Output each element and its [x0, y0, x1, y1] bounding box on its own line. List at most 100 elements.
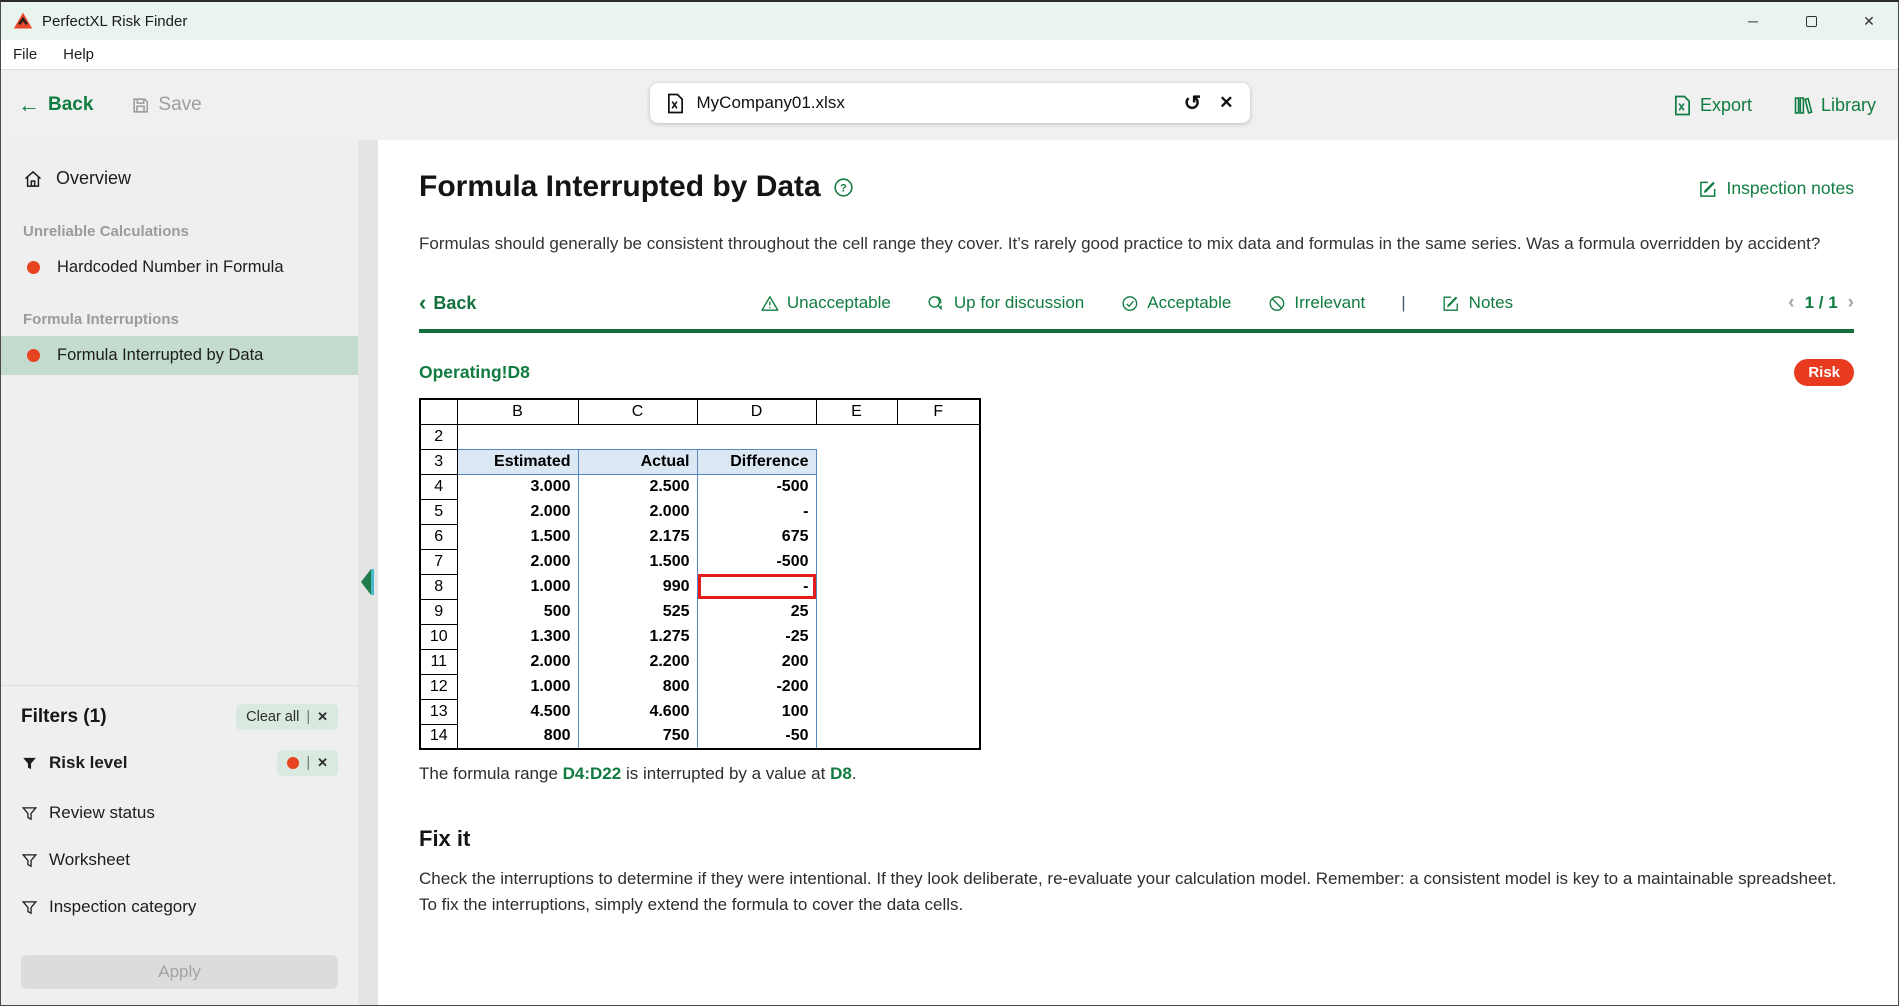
cell-B12: 1.000: [457, 674, 578, 699]
unacceptable-button[interactable]: Unacceptable: [760, 293, 891, 313]
next-page-icon[interactable]: ›: [1848, 292, 1854, 314]
cell-F6: [897, 524, 980, 549]
filter-row-risk-level: Risk level | ✕: [21, 750, 338, 776]
sidebar-item-hardcoded-number[interactable]: Hardcoded Number in Formula: [1, 248, 358, 287]
cell-E12: [816, 674, 897, 699]
reset-file-icon[interactable]: ↺: [1184, 93, 1202, 114]
funnel-outline-icon: [21, 899, 38, 916]
inspection-description: Formulas should generally be consistent …: [419, 234, 1854, 254]
inspection-notes-button[interactable]: Inspection notes: [1698, 178, 1854, 199]
page-title: Formula Interrupted by Data: [419, 170, 821, 204]
up-for-discussion-button[interactable]: Up for discussion: [927, 293, 1084, 313]
sidebar-collapse-handle[interactable]: [361, 567, 375, 597]
cell-D8: -: [697, 574, 816, 599]
cell-B13: 4.500: [457, 699, 578, 724]
caption-cell-ref[interactable]: D8: [830, 764, 852, 783]
back-to-list-button[interactable]: ‹ Back: [419, 292, 476, 314]
cell-D14: -50: [697, 724, 816, 749]
save-button[interactable]: Save: [131, 94, 201, 116]
sheet-row-4: 43.0002.500-500: [420, 474, 980, 499]
export-button[interactable]: Export: [1673, 95, 1752, 116]
sheet-row-11: 112.0002.200200: [420, 649, 980, 674]
title-bar: PerfectXL Risk Finder ─ ✕: [1, 2, 1898, 40]
pill-divider: |: [306, 755, 310, 771]
menu-file[interactable]: File: [13, 46, 37, 63]
sidebar: Overview Unreliable Calculations Hardcod…: [1, 140, 358, 1005]
notes-button[interactable]: Notes: [1442, 293, 1513, 313]
remove-risk-filter-icon[interactable]: ✕: [317, 755, 328, 771]
filename-card[interactable]: MyCompany01.xlsx ↺ ✕: [650, 83, 1250, 123]
caption-text: .: [852, 764, 857, 783]
cell-B6: 1.500: [457, 524, 578, 549]
clear-all-filters-button[interactable]: Clear all | ✕: [236, 704, 338, 730]
risk-dot-icon: [287, 757, 299, 769]
cell-D7: -500: [697, 549, 816, 574]
library-button[interactable]: Library: [1792, 95, 1876, 116]
funnel-outline-icon: [21, 852, 38, 869]
cell-D4: -500: [697, 474, 816, 499]
sheet-row-10: 101.3001.275-25: [420, 624, 980, 649]
cell-F10: [897, 624, 980, 649]
irrelevant-button[interactable]: Irrelevant: [1267, 293, 1365, 313]
menu-help[interactable]: Help: [63, 46, 94, 63]
inspection-notes-label: Inspection notes: [1727, 178, 1854, 199]
cell-C7: 1.500: [578, 549, 697, 574]
filter-worksheet[interactable]: Worksheet: [21, 850, 130, 870]
row-number-cell: 3: [420, 449, 457, 474]
toolbar: ← Back Save MyCompany01.xlsx ↺ ✕: [1, 70, 1898, 140]
row-number-cell: 12: [420, 674, 457, 699]
cell-D9: 25: [697, 599, 816, 624]
cell-reference[interactable]: Operating!D8: [419, 362, 530, 383]
filter-inspection-category[interactable]: Inspection category: [21, 897, 196, 917]
unacceptable-label: Unacceptable: [787, 293, 891, 313]
back-to-list-label: Back: [433, 293, 476, 314]
cell-D3: Difference: [697, 449, 816, 474]
funnel-outline-icon: [21, 805, 38, 822]
caption-text: is interrupted by a value at: [621, 764, 830, 783]
help-question-icon[interactable]: ?: [833, 177, 854, 198]
library-books-icon: [1792, 95, 1813, 116]
cell-C3: Actual: [578, 449, 697, 474]
filter-review-status[interactable]: Review status: [21, 803, 155, 823]
back-button[interactable]: ← Back: [18, 94, 93, 116]
close-button[interactable]: ✕: [1840, 2, 1898, 40]
previous-page-icon[interactable]: ‹: [1788, 292, 1794, 314]
apply-filters-button[interactable]: Apply: [21, 955, 338, 989]
cell-B11: 2.000: [457, 649, 578, 674]
cell-D5: -: [697, 499, 816, 524]
clear-all-label: Clear all: [246, 709, 299, 725]
sheet-table: B C D E F 23EstimatedActualDifference43.…: [419, 398, 981, 750]
cell-E10: [816, 624, 897, 649]
risk-level-filter-chip[interactable]: | ✕: [277, 750, 338, 776]
acceptable-button[interactable]: Acceptable: [1120, 293, 1231, 313]
row-number-cell: 4: [420, 474, 457, 499]
check-circle-icon: [1120, 294, 1139, 313]
app-window: PerfectXL Risk Finder ─ ✕ File Help ← Ba…: [0, 0, 1899, 1006]
sheet-row-8: 81.000990-: [420, 574, 980, 599]
cell-F2: [897, 424, 980, 449]
filter-risk-level[interactable]: Risk level: [21, 753, 127, 773]
prohibited-circle-icon: [1267, 294, 1286, 313]
cell-E5: [816, 499, 897, 524]
up-for-discussion-label: Up for discussion: [954, 293, 1084, 313]
cell-F12: [897, 674, 980, 699]
filter-row-worksheet: Worksheet: [21, 850, 338, 870]
maximize-button[interactable]: [1782, 2, 1840, 40]
sidebar-item-overview[interactable]: Overview: [1, 158, 358, 199]
page-indicator: 1 / 1: [1805, 293, 1838, 313]
export-excel-icon: [1673, 95, 1692, 116]
sidebar-section-label: Unreliable Calculations: [1, 199, 358, 248]
risk-dot-icon: [27, 261, 40, 274]
cell-F9: [897, 599, 980, 624]
sidebar-item-formula-interrupted[interactable]: Formula Interrupted by Data: [1, 336, 358, 375]
row-number-cell: 11: [420, 649, 457, 674]
caption-range-ref[interactable]: D4:D22: [563, 764, 622, 783]
cell-C2: [578, 424, 697, 449]
close-file-icon[interactable]: ✕: [1219, 93, 1233, 113]
finding-caption: The formula range D4:D22 is interrupted …: [419, 764, 1854, 784]
minimize-button[interactable]: ─: [1724, 2, 1782, 40]
cell-D12: -200: [697, 674, 816, 699]
clear-all-close-icon[interactable]: ✕: [317, 709, 328, 725]
column-letter-D: D: [697, 399, 816, 424]
row-number-cell: 8: [420, 574, 457, 599]
